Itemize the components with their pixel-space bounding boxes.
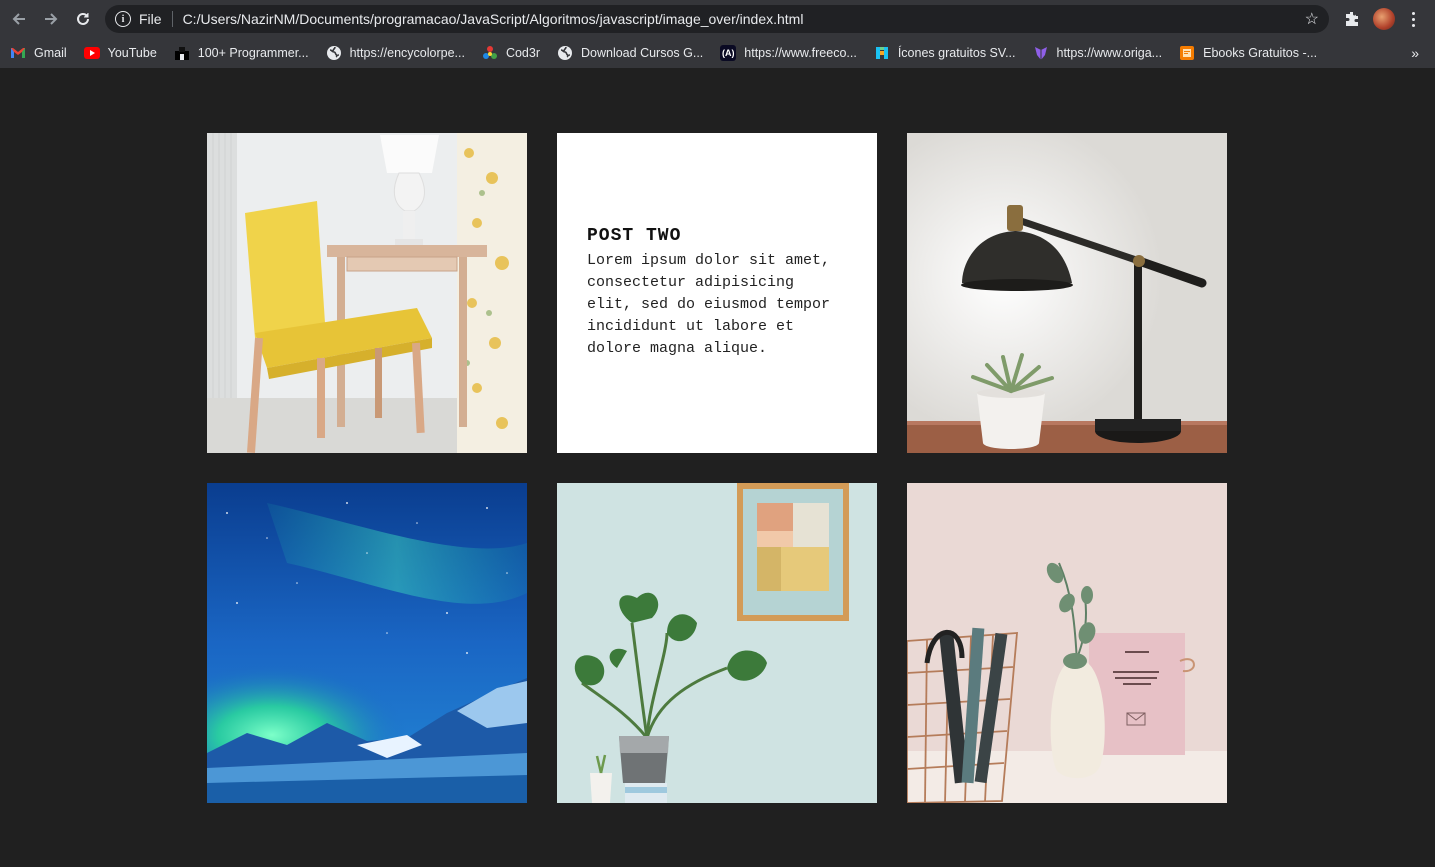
reload-button[interactable]: [67, 3, 99, 35]
globe-icon: [557, 45, 573, 61]
bookmark-encycolorpedia[interactable]: https://encycolorpe...: [326, 45, 465, 61]
cod3r-icon: [482, 45, 498, 61]
menu-icon[interactable]: [1401, 11, 1425, 27]
extensions-button[interactable]: [1337, 4, 1367, 34]
youtube-icon: [83, 45, 100, 61]
post-card[interactable]: POST TWO Lorem ipsum dolor sit amet, con…: [557, 133, 877, 453]
bookmark-label: Ebooks Gratuitos -...: [1203, 46, 1318, 60]
address-bar[interactable]: i File C:/Users/NazirNM/Documents/progra…: [105, 5, 1329, 33]
lamp-photo: [907, 133, 1227, 453]
aurora-photo: [207, 483, 527, 803]
info-icon[interactable]: i: [115, 11, 131, 27]
bookmark-freecodecamp[interactable]: (A) https://www.freeco...: [720, 45, 857, 61]
bookmark-cod3r[interactable]: Cod3r: [482, 45, 540, 61]
gallery-item-lamp[interactable]: [907, 133, 1227, 453]
origamid-icon: [1033, 45, 1049, 61]
omnibox-divider: [171, 11, 173, 27]
bookmark-origamid[interactable]: https://www.origa...: [1033, 45, 1163, 61]
gallery-item-aurora[interactable]: [207, 483, 527, 803]
bookmark-icon: [174, 45, 190, 61]
bookmark-ebooks[interactable]: Ebooks Gratuitos -...: [1179, 45, 1317, 61]
bookmark-gmail[interactable]: Gmail: [10, 45, 67, 61]
bookmark-label: Gmail: [34, 46, 67, 60]
chair-photo: [207, 133, 527, 453]
gallery-grid: POST TWO Lorem ipsum dolor sit amet, con…: [207, 133, 1227, 803]
bookmark-label: Download Cursos G...: [581, 46, 704, 60]
bookmark-label: https://www.freeco...: [744, 46, 857, 60]
forward-button[interactable]: [35, 3, 67, 35]
post-body: Lorem ipsum dolor sit amet, consectetur …: [587, 252, 831, 357]
gallery-item-vase[interactable]: [907, 483, 1227, 803]
puzzle-icon: [1346, 12, 1358, 26]
gallery-item-chair[interactable]: [207, 133, 527, 453]
gallery-item-plant[interactable]: [557, 483, 877, 803]
back-button[interactable]: [3, 3, 35, 35]
bookmark-label: YouTube: [107, 46, 157, 60]
toolbar-actions: [1337, 0, 1435, 38]
globe-icon: [326, 45, 342, 61]
ebook-icon: [1179, 45, 1195, 61]
scheme-label: File: [139, 11, 162, 27]
arrow-left-icon: [12, 13, 25, 25]
bookmark-label: https://www.origa...: [1056, 46, 1163, 60]
bookmark-label: https://encycolorpe...: [349, 46, 465, 60]
bookmark-programmer[interactable]: 100+ Programmer...: [174, 45, 309, 61]
page-content: POST TWO Lorem ipsum dolor sit amet, con…: [0, 68, 1435, 867]
plant-photo: [557, 483, 877, 803]
profile-avatar[interactable]: [1373, 8, 1395, 30]
freecodecamp-icon: (A): [720, 45, 737, 61]
flaticon-icon: [874, 45, 890, 61]
bookmark-download-cursos[interactable]: Download Cursos G...: [557, 45, 703, 61]
bookmark-label: Cod3r: [505, 46, 540, 60]
bookmark-label: Ícones gratuitos SV...: [897, 46, 1016, 60]
gmail-icon: [10, 45, 26, 61]
url-text[interactable]: C:/Users/NazirNM/Documents/programacao/J…: [183, 11, 804, 27]
star-icon[interactable]: ☆: [1305, 9, 1319, 29]
reload-icon: [77, 12, 89, 25]
bookmark-youtube[interactable]: YouTube: [83, 45, 157, 61]
browser-toolbar: i File C:/Users/NazirNM/Documents/progra…: [0, 0, 1435, 38]
bookmark-flaticon[interactable]: Ícones gratuitos SV...: [874, 45, 1016, 61]
vase-photo: [907, 483, 1227, 803]
arrow-right-icon: [45, 13, 58, 25]
bookmarks-bar: Gmail YouTube 100+ Programmer... https:/…: [0, 38, 1435, 68]
post-title: POST TWO: [587, 226, 682, 246]
bookmark-label: 100+ Programmer...: [197, 46, 309, 60]
chevron-right-icon[interactable]: »: [1411, 45, 1419, 61]
